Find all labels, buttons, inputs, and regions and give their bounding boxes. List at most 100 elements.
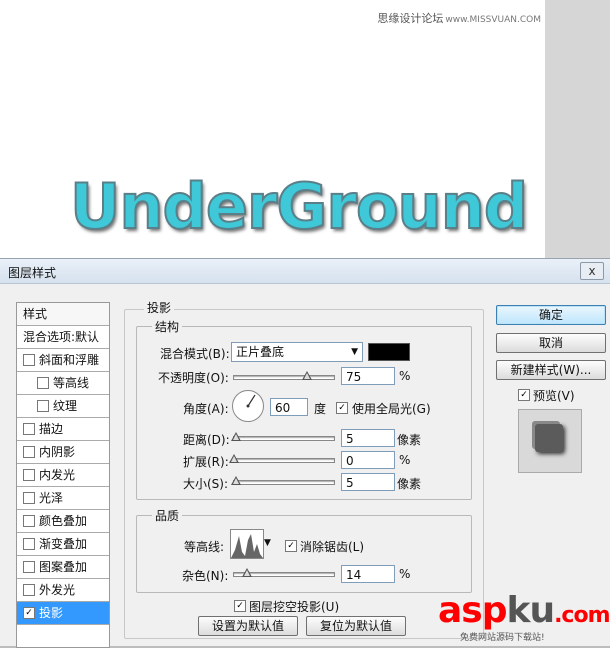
style-checkbox[interactable] xyxy=(37,399,49,412)
dialog-titlebar: 图层样式 x xyxy=(0,259,610,284)
style-checkbox[interactable] xyxy=(23,491,35,504)
distance-field[interactable]: 5 xyxy=(341,429,395,447)
watermark-site: 思缘设计论坛 xyxy=(377,12,444,25)
preview-label[interactable]: 预览(V) xyxy=(533,387,575,404)
style-checkbox[interactable]: ✓ xyxy=(23,606,35,619)
angle-field[interactable]: 60 xyxy=(270,398,308,416)
style-checkbox[interactable] xyxy=(23,583,35,596)
layer-style-dialog: 图层样式 x 样式 混合选项:默认 斜面和浮雕等高线纹理描边内阴影内发光光泽颜色… xyxy=(0,258,610,648)
panel-title: 投影 xyxy=(144,299,175,316)
style-list-item[interactable]: 斜面和浮雕 xyxy=(17,349,109,372)
global-light-checkbox[interactable]: ✓ xyxy=(336,402,348,414)
canvas-pasteboard xyxy=(545,0,610,258)
close-icon[interactable]: x xyxy=(580,262,604,280)
style-list-item-label: 渐变叠加 xyxy=(39,537,88,551)
style-list-item-label: 光泽 xyxy=(39,491,64,505)
contour-picker[interactable] xyxy=(230,529,264,559)
style-list-item[interactable]: 描边 xyxy=(17,418,109,441)
logo-part-ku: ku xyxy=(506,590,556,631)
noise-label: 杂色(N): xyxy=(182,569,229,583)
style-checkbox[interactable] xyxy=(23,353,35,366)
spread-slider-thumb[interactable] xyxy=(229,454,239,463)
art-text: UnderGround xyxy=(69,169,529,244)
shadow-color-swatch[interactable] xyxy=(368,343,410,361)
style-list-item[interactable]: 渐变叠加 xyxy=(17,533,109,556)
style-checkbox[interactable] xyxy=(23,514,35,527)
style-list-item-label: 描边 xyxy=(39,422,64,436)
opacity-slider[interactable] xyxy=(233,375,335,380)
noise-slider-thumb[interactable] xyxy=(242,568,252,577)
watermark-url: www.MISSVUAN.COM xyxy=(445,15,541,25)
style-list-header[interactable]: 样式 xyxy=(17,303,109,326)
blend-mode-select[interactable]: 正片叠底 ▼ xyxy=(231,342,363,362)
preview-shape xyxy=(535,424,563,452)
style-list: 样式 混合选项:默认 斜面和浮雕等高线纹理描边内阴影内发光光泽颜色叠加渐变叠加图… xyxy=(16,302,110,648)
blend-options-item[interactable]: 混合选项:默认 xyxy=(17,326,109,349)
antialias-checkbox[interactable]: ✓ xyxy=(285,540,297,552)
blend-mode-value: 正片叠底 xyxy=(236,345,285,359)
spread-slider[interactable] xyxy=(233,458,335,463)
watermark: 思缘设计论坛 www.MISSVUAN.COM xyxy=(377,10,541,26)
document-canvas: 思缘设计论坛 www.MISSVUAN.COM UnderGround xyxy=(0,0,545,258)
global-light-label[interactable]: 使用全局光(G) xyxy=(352,400,431,417)
size-slider[interactable] xyxy=(233,480,335,485)
antialias-label[interactable]: 消除锯齿(L) xyxy=(300,538,364,555)
logo-part-com: .com xyxy=(554,603,610,628)
opacity-field[interactable]: 75 xyxy=(341,367,395,385)
distance-unit: 像素 xyxy=(397,433,422,447)
noise-field[interactable]: 14 xyxy=(341,565,395,583)
site-logo: aspku.com xyxy=(438,590,610,631)
style-list-item[interactable]: 光泽 xyxy=(17,487,109,510)
distance-slider[interactable] xyxy=(233,436,335,441)
opacity-slider-thumb[interactable] xyxy=(302,371,312,380)
logo-part-asp: asp xyxy=(438,590,507,631)
style-checkbox[interactable] xyxy=(23,468,35,481)
style-list-item-label: 内发光 xyxy=(39,468,76,482)
angle-dial[interactable] xyxy=(232,390,264,422)
size-field[interactable]: 5 xyxy=(341,473,395,491)
distance-slider-thumb[interactable] xyxy=(231,432,241,441)
reset-default-button[interactable]: 复位为默认值 xyxy=(306,616,406,636)
new-style-button[interactable]: 新建样式(W)... xyxy=(496,360,606,380)
noise-unit: % xyxy=(399,567,411,581)
site-logo-subtitle: 免费网站源码下载站! xyxy=(460,633,545,643)
contour-dropdown-icon[interactable]: ▼ xyxy=(264,538,271,548)
style-list-item-label: 图案叠加 xyxy=(39,560,88,574)
quality-label: 品质 xyxy=(152,507,183,524)
cancel-button[interactable]: 取消 xyxy=(496,333,606,353)
opacity-unit: % xyxy=(399,369,411,383)
style-list-item[interactable]: 等高线 xyxy=(17,372,109,395)
contour-curve-icon xyxy=(231,534,263,558)
blend-mode-label: 混合模式(B): xyxy=(160,347,230,361)
spread-field[interactable]: 0 xyxy=(341,451,395,469)
style-checkbox[interactable] xyxy=(23,560,35,573)
size-unit: 像素 xyxy=(397,477,422,491)
spread-unit: % xyxy=(399,453,411,467)
distance-label: 距离(D): xyxy=(183,433,230,447)
ok-button[interactable]: 确定 xyxy=(496,305,606,325)
style-checkbox[interactable] xyxy=(23,445,35,458)
style-list-item[interactable]: 图案叠加 xyxy=(17,556,109,579)
size-slider-thumb[interactable] xyxy=(231,476,241,485)
style-list-item[interactable]: 内发光 xyxy=(17,464,109,487)
size-label: 大小(S): xyxy=(183,477,229,491)
style-list-item-label: 斜面和浮雕 xyxy=(39,353,100,367)
style-list-item[interactable]: 内阴影 xyxy=(17,441,109,464)
preview-checkbox[interactable]: ✓ xyxy=(518,389,530,401)
style-list-item-label: 纹理 xyxy=(53,399,78,413)
knockout-checkbox[interactable]: ✓ xyxy=(234,600,246,612)
style-list-item[interactable]: 外发光 xyxy=(17,579,109,602)
style-checkbox[interactable] xyxy=(23,537,35,550)
style-checkbox[interactable] xyxy=(37,376,49,389)
style-list-item-label: 颜色叠加 xyxy=(39,514,88,528)
dialog-title: 图层样式 xyxy=(8,266,57,280)
make-default-button[interactable]: 设置为默认值 xyxy=(198,616,298,636)
style-list-item[interactable]: 颜色叠加 xyxy=(17,510,109,533)
style-list-item-label: 等高线 xyxy=(53,376,90,390)
style-list-item[interactable]: 纹理 xyxy=(17,395,109,418)
angle-unit: 度 xyxy=(314,402,327,416)
knockout-label[interactable]: 图层挖空投影(U) xyxy=(249,598,339,615)
style-checkbox[interactable] xyxy=(23,422,35,435)
angle-indicator-icon xyxy=(246,394,256,408)
style-list-item[interactable]: ✓ 投影 xyxy=(17,602,109,625)
